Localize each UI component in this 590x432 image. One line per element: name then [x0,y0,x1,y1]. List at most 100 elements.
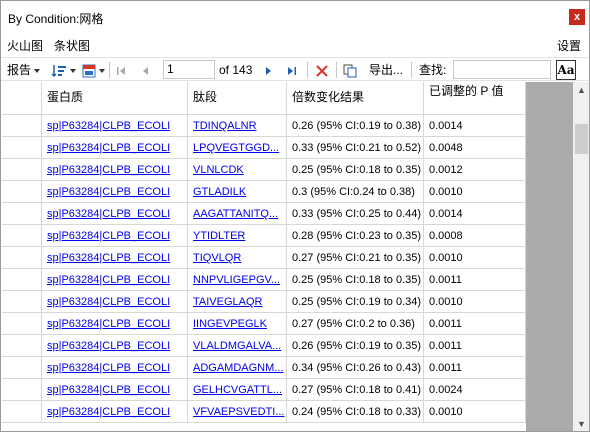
peptide-link[interactable]: VFVAEPSVEDTI... [188,401,287,423]
table-row[interactable]: sp|P63284|CLPB_ECOLI VLALDMGALVA... 0.26 (… [2,335,526,357]
peptide-link[interactable]: GTLADILK [188,181,287,203]
fold-change-cell: 0.33 (95% CI:0.25 to 0.44) [287,203,424,225]
scroll-down-icon[interactable]: ▼ [573,416,589,431]
adjusted-p-cell: 0.0024 [424,379,526,401]
toolbar: 报告 1 of 143 导出... 查找: Aa [1,57,589,81]
export-button[interactable]: 导出... [369,61,403,79]
table-row[interactable]: sp|P63284|CLPB_ECOLI TAIVEGLAQR 0.25 (95% … [2,291,526,313]
table-row[interactable]: sp|P63284|CLPB_ECOLI VFVAEPSVEDTI... 0.24 … [2,401,526,423]
table-row[interactable]: sp|P63284|CLPB_ECOLI GTLADILK 0.3 (95% CI:… [2,181,526,203]
table-row[interactable]: sp|P63284|CLPB_ECOLI YTIDLTER 0.28 (95% CI… [2,225,526,247]
protein-link[interactable]: sp|P63284|CLPB_ECOLI [42,313,188,335]
report-dropdown[interactable]: 报告 [7,61,41,79]
column-header-adjusted-p[interactable]: 已调整的 P 值 [424,82,526,115]
protein-link[interactable]: sp|P63284|CLPB_ECOLI [42,115,188,137]
table-row[interactable]: sp|P63284|CLPB_ECOLI TIQVLQR 0.27 (95% CI:… [2,247,526,269]
data-grid[interactable]: 蛋白质 肽段 倍数变化结果 已调整的 P 值 sp|P63284|CLPB_EC… [2,82,574,431]
find-input[interactable] [453,60,551,79]
fold-change-cell: 0.24 (95% CI:0.18 to 0.33) [287,401,424,423]
row-selector [2,137,42,159]
first-page-button[interactable] [115,61,127,79]
toolbar-separator [336,62,337,78]
grid-rows: sp|P63284|CLPB_ECOLI TDINQALNR 0.26 (95% C… [2,115,526,423]
grid-window: By Condition:网格 x 火山图 条状图 设置 报告 1 of 143… [0,0,590,432]
row-selector [2,357,42,379]
peptide-link[interactable]: NNPVLIGEPGV... [188,269,287,291]
peptide-link[interactable]: AAGATTANITQ... [188,203,287,225]
next-page-button[interactable] [263,61,275,79]
peptide-link[interactable]: VLALDMGALVA... [188,335,287,357]
protein-link[interactable]: sp|P63284|CLPB_ECOLI [42,181,188,203]
font-size-button[interactable]: Aa [556,60,576,80]
table-row[interactable]: sp|P63284|CLPB_ECOLI ADGAMDAGNM... 0.34 (9… [2,357,526,379]
protein-link[interactable]: sp|P63284|CLPB_ECOLI [42,401,188,423]
menu-settings[interactable]: 设置 [557,37,581,54]
adjusted-p-cell: 0.0011 [424,269,526,291]
column-header-peptide[interactable]: 肽段 [188,82,287,115]
fold-change-cell: 0.33 (95% CI:0.21 to 0.52) [287,137,424,159]
peptide-link[interactable]: TAIVEGLAQR [188,291,287,313]
sort-icon [51,64,66,77]
last-page-button[interactable] [286,61,298,79]
toolbar-separator [109,62,110,78]
chevron-down-icon [70,68,76,73]
peptide-link[interactable]: VLNLCDK [188,159,287,181]
menu-volcano-plot[interactable]: 火山图 [7,37,43,54]
table-row[interactable]: sp|P63284|CLPB_ECOLI NNPVLIGEPGV... 0.25 (… [2,269,526,291]
adjusted-p-cell: 0.0012 [424,159,526,181]
row-selector [2,401,42,423]
table-row[interactable]: sp|P63284|CLPB_ECOLI AAGATTANITQ... 0.33 (… [2,203,526,225]
table-row[interactable]: sp|P63284|CLPB_ECOLI GELHCVGATTL... 0.27 (… [2,379,526,401]
scroll-up-icon[interactable]: ▲ [573,82,589,99]
delete-button[interactable] [315,61,329,79]
close-button[interactable]: x [569,9,585,25]
protein-link[interactable]: sp|P63284|CLPB_ECOLI [42,291,188,313]
find-label: 查找: [419,63,447,77]
prev-page-button[interactable] [139,61,151,79]
page-number-input[interactable]: 1 [163,60,215,79]
column-header-protein[interactable]: 蛋白质 [42,82,188,115]
title-bar[interactable]: By Condition:网格 x [1,1,589,33]
layout-dropdown[interactable] [82,61,105,79]
table-row[interactable]: sp|P63284|CLPB_ECOLI TDINQALNR 0.26 (95% C… [2,115,526,137]
column-header-fold-change[interactable]: 倍数变化结果 [287,82,424,115]
protein-link[interactable]: sp|P63284|CLPB_ECOLI [42,335,188,357]
table-row[interactable]: sp|P63284|CLPB_ECOLI LPQVEGTGGD... 0.33 (9… [2,137,526,159]
row-header-corner[interactable] [2,82,42,115]
page-count: of 143 [219,63,253,77]
row-selector [2,269,42,291]
window-title: By Condition:网格 [8,12,104,26]
peptide-link[interactable]: GELHCVGATTL... [188,379,287,401]
peptide-link[interactable]: ADGAMDAGNM... [188,357,287,379]
peptide-link[interactable]: LPQVEGTGGD... [188,137,287,159]
grid-empty-area [526,82,574,431]
row-selector [2,247,42,269]
table-row[interactable]: sp|P63284|CLPB_ECOLI VLNLCDK 0.25 (95% CI:… [2,159,526,181]
peptide-link[interactable]: TDINQALNR [188,115,287,137]
layout-icon [82,64,96,78]
protein-link[interactable]: sp|P63284|CLPB_ECOLI [42,225,188,247]
sort-dropdown[interactable] [51,61,76,79]
protein-link[interactable]: sp|P63284|CLPB_ECOLI [42,137,188,159]
protein-link[interactable]: sp|P63284|CLPB_ECOLI [42,159,188,181]
protein-link[interactable]: sp|P63284|CLPB_ECOLI [42,357,188,379]
protein-link[interactable]: sp|P63284|CLPB_ECOLI [42,379,188,401]
peptide-link[interactable]: IINGEVPEGLK [188,313,287,335]
table-row[interactable]: sp|P63284|CLPB_ECOLI IINGEVPEGLK 0.27 (95%… [2,313,526,335]
grid-header: 蛋白质 肽段 倍数变化结果 已调整的 P 值 [2,82,526,115]
copy-icon [343,64,357,78]
menu-bar-chart[interactable]: 条状图 [54,37,90,54]
protein-link[interactable]: sp|P63284|CLPB_ECOLI [42,203,188,225]
scrollbar-thumb[interactable] [575,124,588,154]
copy-button[interactable] [343,61,358,79]
peptide-link[interactable]: YTIDLTER [188,225,287,247]
protein-link[interactable]: sp|P63284|CLPB_ECOLI [42,247,188,269]
toolbar-separator [411,62,412,78]
toolbar-separator [307,62,308,78]
row-selector [2,291,42,313]
protein-link[interactable]: sp|P63284|CLPB_ECOLI [42,269,188,291]
fold-change-cell: 0.25 (95% CI:0.18 to 0.35) [287,159,424,181]
peptide-link[interactable]: TIQVLQR [188,247,287,269]
adjusted-p-cell: 0.0014 [424,203,526,225]
vertical-scrollbar[interactable]: ▲ ▼ [573,82,589,431]
